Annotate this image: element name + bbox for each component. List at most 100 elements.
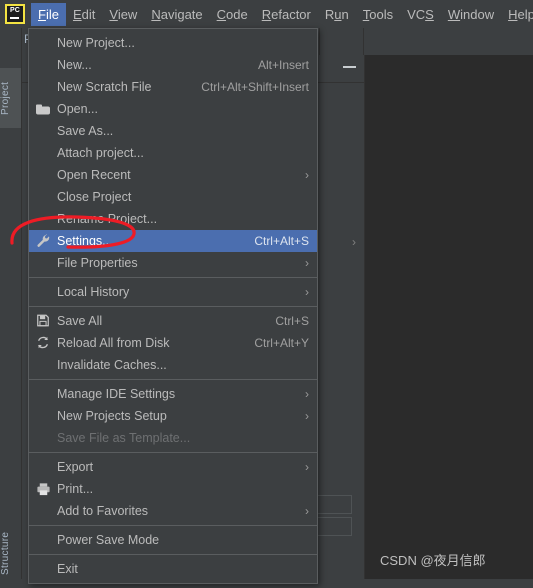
- menu-item-exit[interactable]: Exit: [29, 558, 317, 580]
- menubar-item-label: Refactor: [261, 6, 311, 22]
- menu-item-open[interactable]: Open...: [29, 98, 317, 120]
- menu-item-add-to-favorites[interactable]: Add to Favorites ›: [29, 500, 317, 522]
- menu-item-save-as[interactable]: Save As...: [29, 120, 317, 142]
- folder-icon: [36, 104, 51, 119]
- menu-separator: [29, 554, 317, 555]
- menubar-item-label: Window: [447, 6, 495, 22]
- menu-item-label: Local History: [57, 285, 130, 299]
- chevron-right-icon: ›: [305, 409, 309, 423]
- menu-item-new-projects-setup[interactable]: New Projects Setup ›: [29, 405, 317, 427]
- menu-item-invalidate-caches[interactable]: Invalidate Caches...: [29, 354, 317, 376]
- menu-item-label: Invalidate Caches...: [57, 358, 167, 372]
- menu-item-rename-project[interactable]: Rename Project...: [29, 208, 317, 230]
- file-menu-dropdown[interactable]: New Project... New... Alt+Insert New Scratc…: [28, 28, 318, 584]
- menubar-item-label: Run: [324, 6, 349, 22]
- menubar-item-edit[interactable]: Edit: [66, 3, 102, 26]
- menubar-item-label: Code: [216, 6, 248, 22]
- menu-item-label: New Scratch File: [57, 80, 152, 94]
- menu-item-power-save-mode[interactable]: Power Save Mode: [29, 529, 317, 551]
- menu-item-shortcut: Alt+Insert: [257, 58, 309, 72]
- menu-item-manage-ide-settings[interactable]: Manage IDE Settings ›: [29, 383, 317, 405]
- menu-item-label: New Projects Setup: [57, 409, 167, 423]
- menu-item-file-properties[interactable]: File Properties ›: [29, 252, 317, 274]
- menubar-item-label: Edit: [72, 6, 96, 22]
- print-icon: [36, 482, 51, 497]
- menu-item-label: Power Save Mode: [57, 533, 160, 547]
- pycharm-logo-text: PC: [9, 7, 21, 14]
- menubar-item-file[interactable]: File: [31, 2, 66, 26]
- sidebar-item-project-label: Project: [0, 81, 11, 115]
- chevron-right-icon: ›: [305, 460, 309, 474]
- sidebar-item-structure[interactable]: Structure: [0, 518, 21, 588]
- menubar-item-label: View: [109, 6, 138, 22]
- menu-separator: [29, 277, 317, 278]
- menubar-item-label: VCS: [407, 6, 434, 22]
- menubar-item-help[interactable]: Help: [501, 3, 533, 26]
- menu-item-settings[interactable]: Settings... Ctrl+Alt+S: [29, 230, 317, 252]
- menu-item-local-history[interactable]: Local History ›: [29, 281, 317, 303]
- menu-item-label: Save All: [57, 314, 103, 328]
- menu-item-label: Close Project: [57, 190, 132, 204]
- menubar-item-vcs[interactable]: VCS: [400, 3, 441, 26]
- menubar-item-label: Tools: [362, 6, 394, 22]
- menu-item-reload-all-from-disk[interactable]: Reload All from Disk Ctrl+Alt+Y: [29, 332, 317, 354]
- ide-window: Project Structure › Py PC FileEditViewNa…: [0, 0, 533, 584]
- menubar-item-view[interactable]: View: [102, 3, 144, 26]
- pycharm-logo-icon: PC: [5, 4, 25, 24]
- menu-item-open-recent[interactable]: Open Recent ›: [29, 164, 317, 186]
- menu-item-label: Export: [57, 460, 94, 474]
- menu-item-label: Rename Project...: [57, 212, 158, 226]
- chevron-right-icon: ›: [305, 504, 309, 518]
- menu-item-label: New Project...: [57, 36, 135, 50]
- menu-item-export[interactable]: Export ›: [29, 456, 317, 478]
- menu-item-attach-project[interactable]: Attach project...: [29, 142, 317, 164]
- menu-item-label: Attach project...: [57, 146, 144, 160]
- menu-item-new-project[interactable]: New Project...: [29, 32, 317, 54]
- menu-item-label: Exit: [57, 562, 78, 576]
- editor-area[interactable]: [364, 55, 533, 579]
- menubar-item-refactor[interactable]: Refactor: [255, 3, 318, 26]
- chevron-right-icon: ›: [305, 256, 309, 270]
- menu-bar: PC File Edit View Navigate Code Refactor Run To…: [0, 0, 533, 28]
- menubar-item-navigate[interactable]: Navigate: [144, 3, 209, 26]
- minimize-icon[interactable]: [343, 66, 356, 68]
- menu-item-print[interactable]: Print...: [29, 478, 317, 500]
- save-icon: [36, 314, 51, 329]
- menubar-item-run[interactable]: Run: [318, 3, 356, 26]
- menu-separator: [29, 379, 317, 380]
- chevron-right-icon[interactable]: ›: [352, 235, 356, 249]
- menu-item-shortcut: Ctrl+Alt+Shift+Insert: [201, 80, 309, 94]
- sidebar-item-structure-label: Structure: [0, 531, 11, 575]
- menu-item-label: Manage IDE Settings: [57, 387, 176, 401]
- menu-separator: [29, 306, 317, 307]
- chevron-right-icon: ›: [305, 168, 309, 182]
- sidebar-item-project[interactable]: Project: [0, 68, 21, 128]
- chevron-right-icon: ›: [305, 285, 309, 299]
- menu-item-label: Save As...: [57, 124, 114, 138]
- menubar-item-window[interactable]: Window: [441, 3, 501, 26]
- menu-item-shortcut: Ctrl+Alt+Y: [254, 336, 309, 350]
- menu-item-new[interactable]: New... Alt+Insert: [29, 54, 317, 76]
- menu-item-shortcut: Ctrl+S: [275, 314, 309, 328]
- menu-item-shortcut: Ctrl+Alt+S: [254, 234, 309, 248]
- menubar-item-label: File: [38, 6, 59, 22]
- menu-item-label: Add to Favorites: [57, 504, 149, 518]
- menu-item-label: File Properties: [57, 256, 138, 270]
- menu-item-label: Print...: [57, 482, 94, 496]
- menubar-item-tools[interactable]: Tools: [356, 3, 400, 26]
- menu-item-save-file-as-template: Save File as Template...: [29, 427, 317, 449]
- menu-item-label: Reload All from Disk: [57, 336, 170, 350]
- menu-separator: [29, 452, 317, 453]
- menu-item-save-all[interactable]: Save All Ctrl+S: [29, 310, 317, 332]
- menu-item-new-scratch-file[interactable]: New Scratch File Ctrl+Alt+Shift+Insert: [29, 76, 317, 98]
- left-tool-window-bar: Project Structure: [0, 28, 22, 579]
- menubar-item-code[interactable]: Code: [210, 3, 255, 26]
- chevron-right-icon: ›: [305, 387, 309, 401]
- menu-item-label: Open...: [57, 102, 98, 116]
- menu-item-label: Open Recent: [57, 168, 131, 182]
- menu-item-close-project[interactable]: Close Project: [29, 186, 317, 208]
- watermark: CSDN @夜月信郎: [380, 553, 486, 568]
- menubar-item-label: Help: [508, 6, 533, 22]
- editor-tab-strip: [364, 28, 533, 55]
- menu-item-label: Settings...: [57, 234, 113, 248]
